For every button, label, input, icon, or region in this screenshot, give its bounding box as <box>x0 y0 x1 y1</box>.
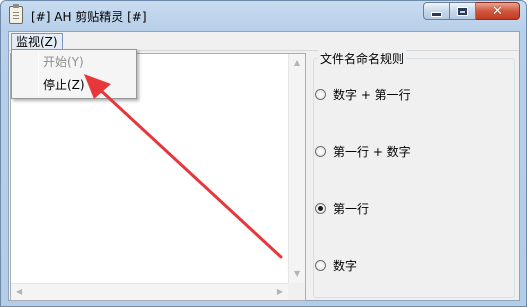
scroll-down-icon[interactable]: ▼ <box>294 270 300 278</box>
minimize-icon <box>431 11 442 17</box>
menu-item-stop[interactable]: 停止(Z) <box>14 75 134 96</box>
radio-button[interactable] <box>315 146 326 157</box>
radio-label: 数字 <box>333 259 358 273</box>
menu-monitor[interactable]: 监视(Z) <box>11 33 63 50</box>
caption-buttons: ✕ <box>423 2 520 20</box>
minimize-button[interactable] <box>423 2 450 20</box>
menu-item-start[interactable]: 开始(Y) <box>14 52 134 73</box>
monitor-dropdown-menu: 开始(Y) 停止(Z) <box>11 49 137 99</box>
radio-number-firstline[interactable]: 数字 + 第一行 <box>315 86 411 103</box>
radio-button-selected[interactable] <box>315 203 326 214</box>
scroll-right-icon[interactable]: ▶ <box>277 288 283 296</box>
close-button[interactable]: ✕ <box>476 2 520 20</box>
radio-dot-icon <box>318 206 323 211</box>
radio-label: 第一行 + 数字 <box>333 145 411 159</box>
radio-label: 第一行 <box>333 202 370 216</box>
app-window: [#] AH 剪贴精灵 [#] ✕ 监视(Z) ▲ ▼ ◀ ▶ <box>0 0 527 307</box>
radio-number[interactable]: 数字 <box>315 257 357 274</box>
scroll-corner <box>288 283 305 300</box>
scroll-left-icon[interactable]: ◀ <box>16 288 22 296</box>
naming-rules-title: 文件名命名规则 <box>318 50 407 67</box>
radio-firstline-number[interactable]: 第一行 + 数字 <box>315 143 411 160</box>
vertical-scrollbar[interactable]: ▲ ▼ <box>288 54 305 283</box>
clipboard-icon <box>9 4 23 24</box>
horizontal-scrollbar[interactable]: ◀ ▶ <box>11 283 288 300</box>
radio-label: 数字 + 第一行 <box>333 88 411 102</box>
close-icon: ✕ <box>492 3 503 19</box>
radio-firstline[interactable]: 第一行 <box>315 200 369 217</box>
window-title: [#] AH 剪贴精灵 [#] <box>31 10 147 24</box>
maximize-button[interactable] <box>450 2 476 20</box>
title-bar[interactable]: [#] AH 剪贴精灵 [#] ✕ <box>1 1 526 31</box>
maximize-icon <box>457 6 468 16</box>
radio-button[interactable] <box>315 260 326 271</box>
radio-button[interactable] <box>315 89 326 100</box>
scroll-up-icon[interactable]: ▲ <box>294 59 300 67</box>
